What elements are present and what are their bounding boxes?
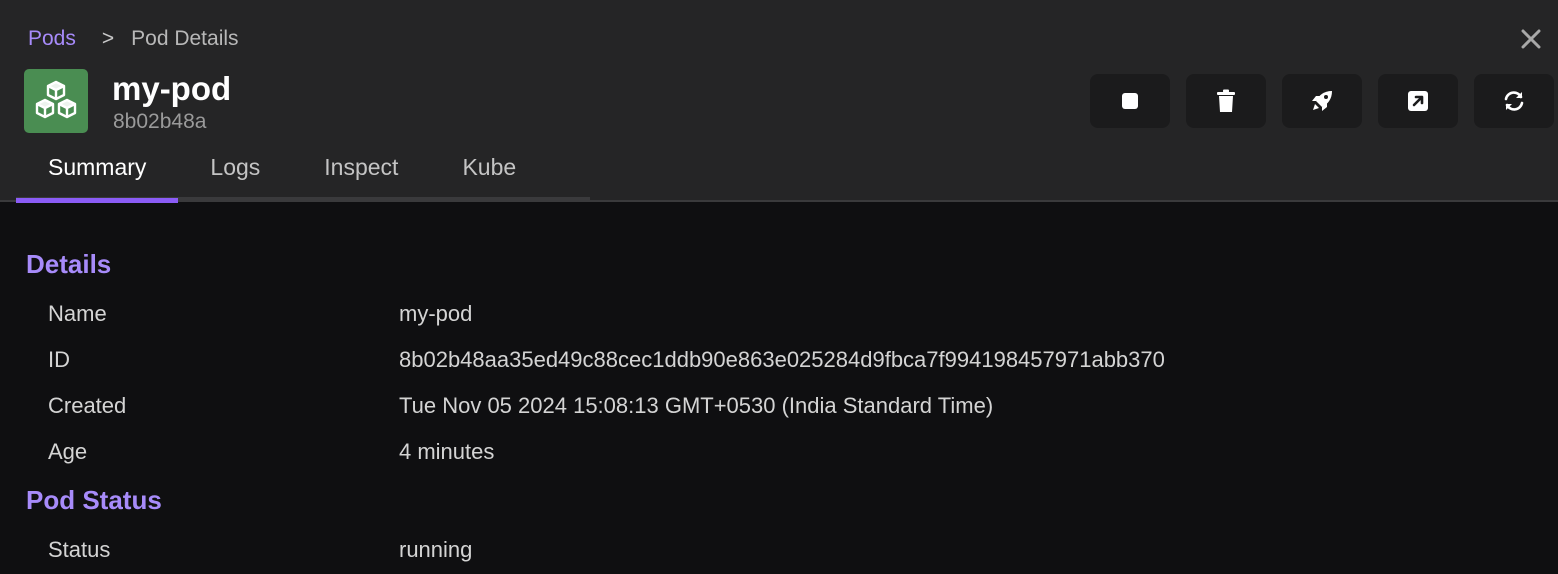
action-toolbar xyxy=(1090,74,1554,128)
open-external-button[interactable] xyxy=(1378,74,1458,128)
detail-label: Name xyxy=(48,301,107,326)
pod-cubes-icon xyxy=(35,80,77,119)
status-label: Status xyxy=(48,537,111,562)
breadcrumb-pods-link[interactable]: Pods xyxy=(28,27,76,51)
delete-button[interactable] xyxy=(1186,74,1266,128)
detail-label: Created xyxy=(48,393,127,418)
status-value: running xyxy=(399,537,473,562)
stop-icon xyxy=(1122,93,1138,109)
header: Pods > Pod Details my-pod 8b02b48a Summa… xyxy=(0,0,1558,203)
tab-inspect[interactable]: Inspect xyxy=(292,146,430,200)
tab-kube[interactable]: Kube xyxy=(430,146,548,200)
tab-logs[interactable]: Logs xyxy=(178,146,292,200)
details-section-title: Details xyxy=(26,249,112,279)
detail-value: 4 minutes xyxy=(399,439,495,464)
rocket-icon xyxy=(1312,91,1332,111)
breadcrumb: Pods > Pod Details xyxy=(28,27,239,51)
pod-short-id: 8b02b48a xyxy=(113,110,207,133)
restart-button[interactable] xyxy=(1474,74,1554,128)
detail-value: my-pod xyxy=(399,301,473,326)
restart-icon xyxy=(1504,91,1524,111)
tab-summary[interactable]: Summary xyxy=(16,146,179,203)
breadcrumb-current: Pod Details xyxy=(131,27,239,50)
pod-name: my-pod xyxy=(112,70,232,107)
pod-status-section-title: Pod Status xyxy=(26,485,162,515)
close-icon xyxy=(1521,29,1541,49)
breadcrumb-separator: > xyxy=(101,27,115,50)
stop-button[interactable] xyxy=(1090,74,1170,128)
detail-value: Tue Nov 05 2024 15:08:13 GMT+0530 (India… xyxy=(399,393,994,418)
close-button[interactable] xyxy=(1516,24,1546,54)
detail-label: Age xyxy=(48,439,88,464)
pod-icon xyxy=(24,69,88,133)
external-link-icon xyxy=(1408,91,1428,111)
trash-icon xyxy=(1217,89,1235,112)
deploy-button[interactable] xyxy=(1282,74,1362,128)
tab-bar: Summary Logs Inspect Kube xyxy=(16,146,590,203)
detail-value: 8b02b48aa35ed49c88cec1ddb90e863e025284d9… xyxy=(399,347,1165,372)
detail-label: ID xyxy=(48,347,70,372)
